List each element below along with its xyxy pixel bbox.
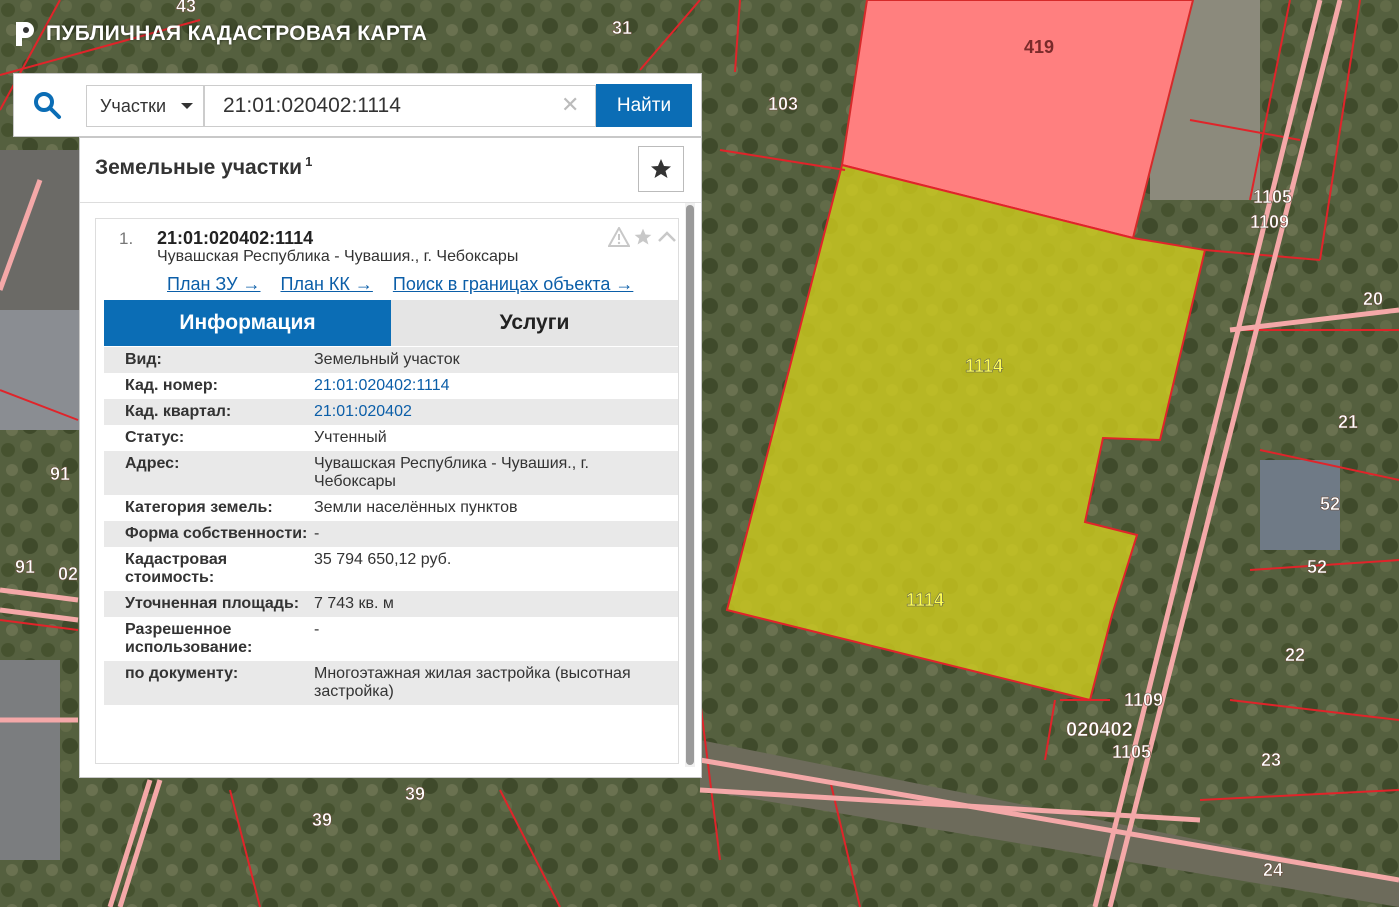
info-value: Земельный участок xyxy=(314,351,460,368)
map-label: 43 xyxy=(176,0,196,16)
info-label: Вид: xyxy=(125,351,162,368)
find-button[interactable]: Найти xyxy=(596,84,692,127)
warning-icon[interactable] xyxy=(608,227,630,247)
result-actions xyxy=(608,227,678,247)
map-label: 02 xyxy=(58,564,78,584)
info-label: Форма собственности: xyxy=(125,525,308,542)
results-title-text: Земельные участки xyxy=(95,156,303,179)
info-label: Разрешенное использование: xyxy=(125,621,253,656)
map-label: 1109 xyxy=(1250,212,1289,232)
info-row: Кад. квартал: 21:01:020402 xyxy=(104,399,678,425)
info-row: Разрешенное использование: - xyxy=(104,617,678,661)
map-label: 419 xyxy=(1024,37,1054,57)
link-search-in-bounds[interactable]: Поиск в границах объекта → xyxy=(393,274,633,295)
search-input[interactable] xyxy=(204,85,596,127)
info-label: Статус: xyxy=(125,429,185,446)
map-label: 1105 xyxy=(1112,742,1151,762)
info-row: Кад. номер: 21:01:020402:1114 xyxy=(104,373,678,399)
results-count: 1 xyxy=(305,154,313,169)
map-label: 1114 xyxy=(906,590,944,610)
search-type-label: Участки xyxy=(100,95,166,116)
tab-services[interactable]: Услуги xyxy=(391,300,678,346)
map-label: 91 xyxy=(15,557,35,577)
info-value-link[interactable]: 21:01:020402:1114 xyxy=(314,373,678,399)
result-address: Чувашская Республика - Чувашия., г. Чебо… xyxy=(157,248,519,265)
scrollbar-thumb[interactable] xyxy=(686,205,694,765)
search-type-select[interactable]: Участки xyxy=(86,85,204,127)
info-row: Адрес: Чувашская Республика - Чувашия., г… xyxy=(104,451,678,495)
info-value: Земли населённых пунктов xyxy=(314,499,518,516)
app-title: ПУБЛИЧНАЯ КАДАСТРОВАЯ КАРТА xyxy=(46,22,428,45)
search-icon[interactable] xyxy=(32,90,62,120)
info-value: Чувашская Республика - Чувашия., г. Чебо… xyxy=(314,455,589,490)
star-icon[interactable] xyxy=(632,227,654,247)
info-label: Уточненная площадь: xyxy=(125,595,300,612)
map-label: 21 xyxy=(1338,412,1358,432)
results-header: Земельные участки 1 xyxy=(80,138,701,203)
info-row: Статус: Учтенный xyxy=(104,425,678,451)
favorites-button[interactable] xyxy=(638,146,684,192)
app-header: ПУБЛИЧНАЯ КАДАСТРОВАЯ КАРТА xyxy=(12,20,427,48)
map-label: 52 xyxy=(1307,557,1327,577)
map-label: 52 xyxy=(1320,494,1340,514)
info-value: 35 794 650,12 руб. xyxy=(314,551,452,568)
info-row: Уточненная площадь: 7 743 кв. м xyxy=(104,591,678,617)
chevron-down-icon xyxy=(181,103,193,109)
result-card: 1. 21:01:020402:1114 Чувашская Республик… xyxy=(95,218,679,764)
map-label: 31 xyxy=(612,18,632,38)
map-label: 103 xyxy=(768,94,798,114)
result-index: 1. xyxy=(119,229,134,248)
star-icon xyxy=(651,159,671,178)
info-value: - xyxy=(314,621,320,638)
info-value: - xyxy=(314,525,320,542)
info-value: Многоэтажная жилая застройка (высотная з… xyxy=(314,665,631,700)
info-row: по документу: Многоэтажная жилая застройк… xyxy=(104,661,678,705)
map-label: 23 xyxy=(1261,750,1281,770)
info-value: Учтенный xyxy=(314,429,387,446)
info-label: Кадастровая стоимость: xyxy=(125,551,228,586)
info-value: 7 743 кв. м xyxy=(314,595,394,612)
result-tabs: Информация Услуги xyxy=(104,300,678,346)
info-row: Вид: Земельный участок xyxy=(104,347,678,373)
chevron-up-icon[interactable] xyxy=(656,227,678,247)
info-label: Кад. квартал: xyxy=(125,403,232,420)
link-plan-kk[interactable]: План КК → xyxy=(281,274,373,295)
map-label: 1105 xyxy=(1253,187,1292,207)
result-links: План ЗУ → План КК → Поиск в границах объ… xyxy=(167,274,633,295)
info-label: Адрес: xyxy=(125,455,180,472)
map-label: 39 xyxy=(312,810,332,830)
map-label: 91 xyxy=(50,464,70,484)
result-cad-number[interactable]: 21:01:020402:1114 xyxy=(157,228,313,249)
map-label: 39 xyxy=(405,784,425,804)
tab-information[interactable]: Информация xyxy=(104,300,391,346)
map-label: 1114 xyxy=(965,356,1003,376)
map-label: 020402 xyxy=(1066,719,1133,741)
info-row: Категория земель: Земли населённых пункто… xyxy=(104,495,678,521)
map-label: 1109 xyxy=(1124,690,1163,710)
close-icon[interactable]: ✕ xyxy=(561,92,579,118)
search-bar: Участки ✕ Найти xyxy=(13,73,702,137)
info-row: Кадастровая стоимость: 35 794 650,12 руб. xyxy=(104,547,678,591)
info-label: Кад. номер: xyxy=(125,377,218,394)
info-value-link[interactable]: 21:01:020402 xyxy=(314,399,678,425)
results-title: Земельные участки 1 xyxy=(95,154,312,180)
link-plan-zu[interactable]: План ЗУ → xyxy=(167,274,261,295)
info-row: Форма собственности: - xyxy=(104,521,678,547)
info-label: по документу: xyxy=(125,665,239,682)
results-panel: Земельные участки 1 1. 21:01:020402:1114 … xyxy=(79,137,702,778)
logo-icon xyxy=(16,22,34,46)
map-label: 20 xyxy=(1363,289,1383,309)
map-label: 22 xyxy=(1285,645,1305,665)
map-label: 24 xyxy=(1263,860,1283,880)
info-label: Категория земель: xyxy=(125,499,273,516)
info-table: Вид: Земельный участок Кад. номер: 21:01:0… xyxy=(104,347,678,705)
results-scrollbar[interactable] xyxy=(685,203,695,767)
